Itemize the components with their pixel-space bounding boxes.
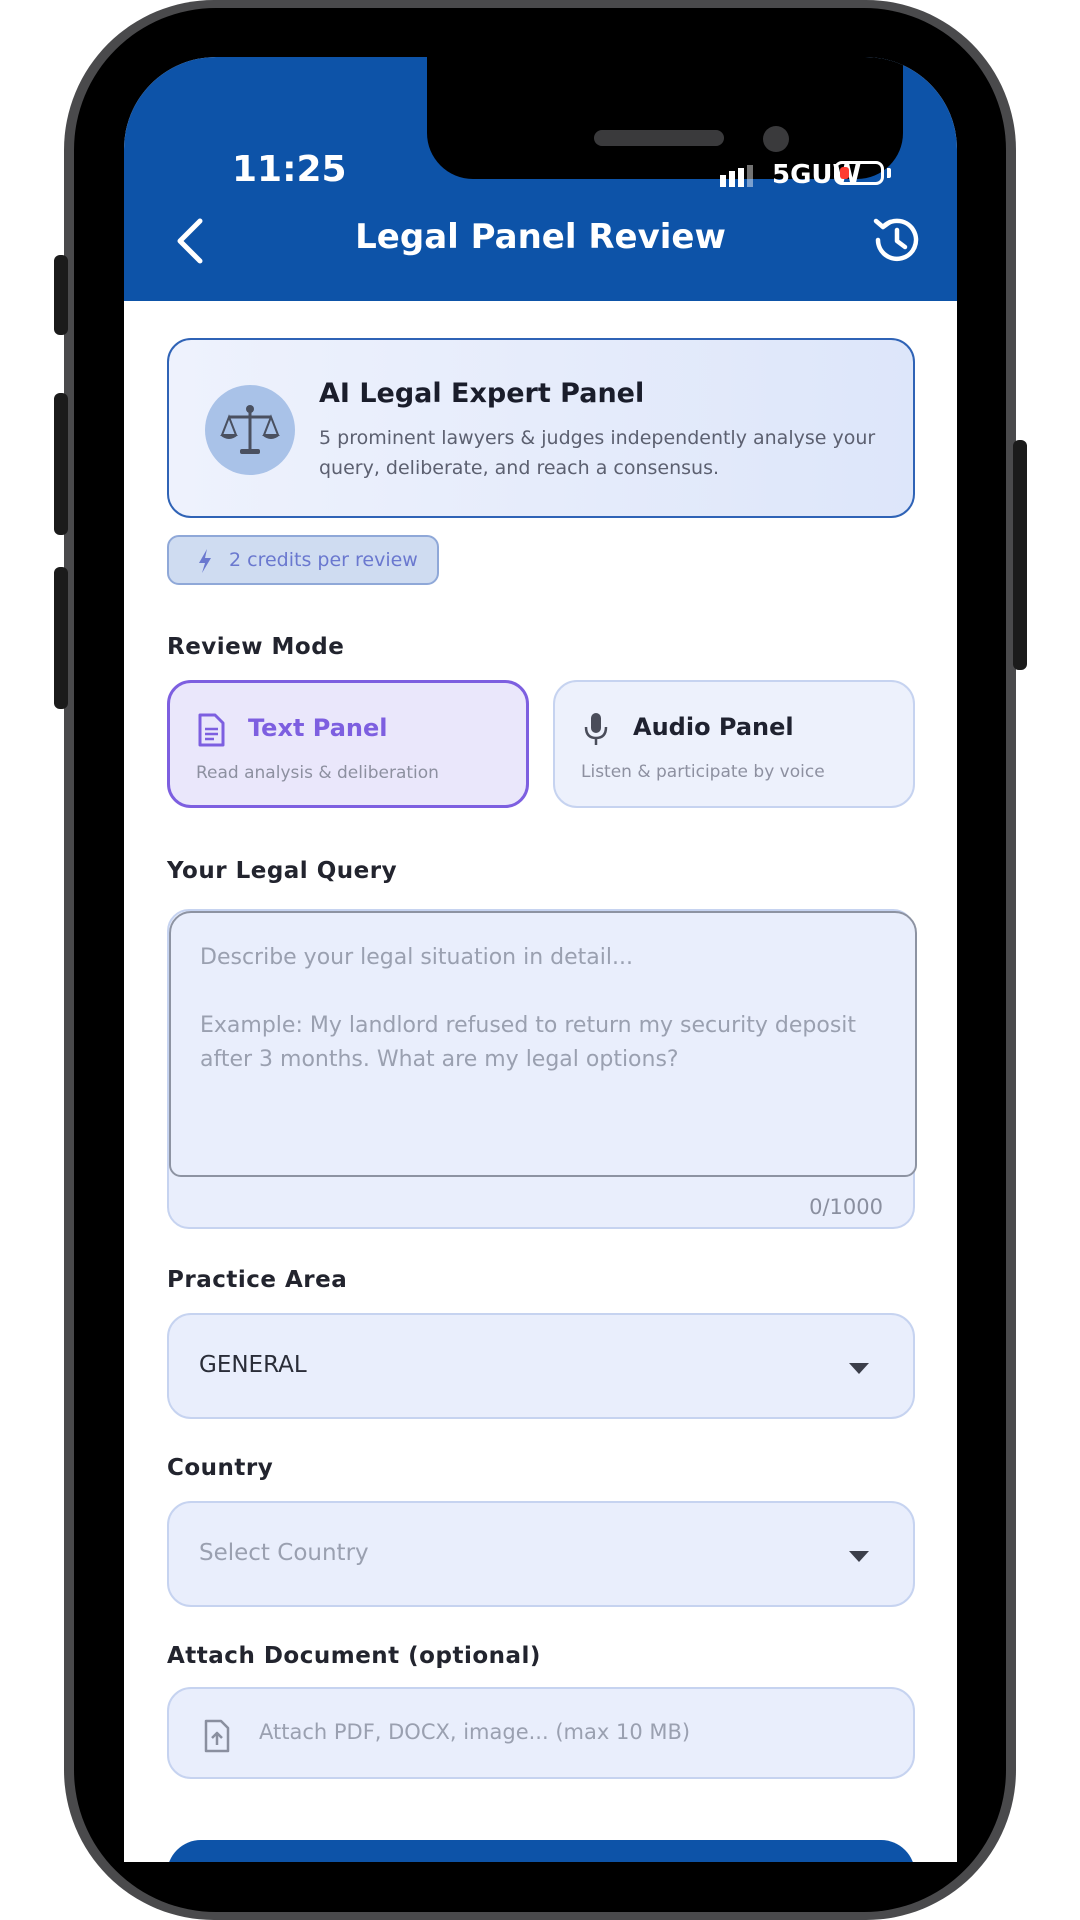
legal-query-textarea[interactable]: Describe your legal situation in detail.…	[169, 911, 917, 1177]
legal-query-label: Your Legal Query	[167, 858, 398, 884]
audio-panel-option[interactable]: Audio Panel Listen & participate by voic…	[553, 680, 915, 808]
query-placeholder: Describe your legal situation in detail.…	[200, 945, 633, 970]
file-upload-icon	[204, 1719, 230, 1753]
submit-button[interactable]	[167, 1840, 915, 1862]
battery-nub	[887, 168, 891, 178]
status-time: 11:25	[232, 149, 347, 190]
scales-icon	[205, 385, 295, 475]
history-icon[interactable]	[866, 211, 924, 269]
attach-document-field[interactable]: Attach PDF, DOCX, image... (max 10 MB)	[167, 1687, 915, 1779]
attach-document-label: Attach Document (optional)	[167, 1643, 541, 1669]
front-camera	[763, 126, 789, 152]
side-button	[1013, 440, 1027, 670]
page-title: Legal Panel Review	[355, 217, 726, 257]
attach-placeholder: Attach PDF, DOCX, image... (max 10 MB)	[259, 1720, 691, 1744]
practice-area-label: Practice Area	[167, 1267, 348, 1293]
side-button	[54, 255, 68, 335]
credits-label: 2 credits per review	[229, 549, 418, 571]
country-label: Country	[167, 1455, 274, 1481]
practice-area-select[interactable]: GENERAL	[167, 1313, 915, 1419]
microphone-icon	[584, 713, 608, 745]
legal-query-container: Describe your legal situation in detail.…	[167, 909, 917, 1229]
audio-panel-title: Audio Panel	[633, 713, 794, 741]
text-panel-option[interactable]: Text Panel Read analysis & deliberation	[167, 680, 529, 808]
text-panel-title: Text Panel	[248, 714, 388, 742]
audio-panel-subtitle: Listen & participate by voice	[581, 762, 825, 782]
country-select[interactable]: Select Country	[167, 1501, 915, 1607]
side-button	[54, 567, 68, 709]
review-mode-label: Review Mode	[167, 634, 345, 660]
signal-icon	[720, 165, 753, 187]
chevron-down-icon	[849, 1551, 869, 1562]
app-header: 11:25 5GUW Legal Panel Review	[124, 57, 957, 301]
ai-legal-expert-card: AI Legal Expert Panel 5 prominent lawyer…	[167, 338, 915, 518]
credits-badge: 2 credits per review	[167, 535, 439, 585]
country-placeholder: Select Country	[199, 1540, 369, 1566]
chevron-down-icon	[849, 1363, 869, 1374]
practice-area-value: GENERAL	[199, 1352, 307, 1378]
app-screen: 11:25 5GUW Legal Panel Review AI Legal E…	[124, 57, 957, 1862]
battery-icon	[834, 161, 884, 185]
speaker	[594, 130, 724, 146]
document-icon	[198, 713, 225, 747]
query-placeholder-example: Example: My landlord refused to return m…	[200, 1013, 857, 1038]
lightning-icon	[199, 549, 211, 573]
query-placeholder-example-cont: after 3 months. What are my legal option…	[200, 1047, 679, 1072]
expert-panel-description: 5 prominent lawyers & judges independent…	[319, 427, 876, 479]
side-button	[54, 393, 68, 535]
expert-panel-title: AI Legal Expert Panel	[319, 378, 645, 409]
text-panel-subtitle: Read analysis & deliberation	[196, 763, 439, 783]
character-counter: 0/1000	[809, 1195, 883, 1219]
